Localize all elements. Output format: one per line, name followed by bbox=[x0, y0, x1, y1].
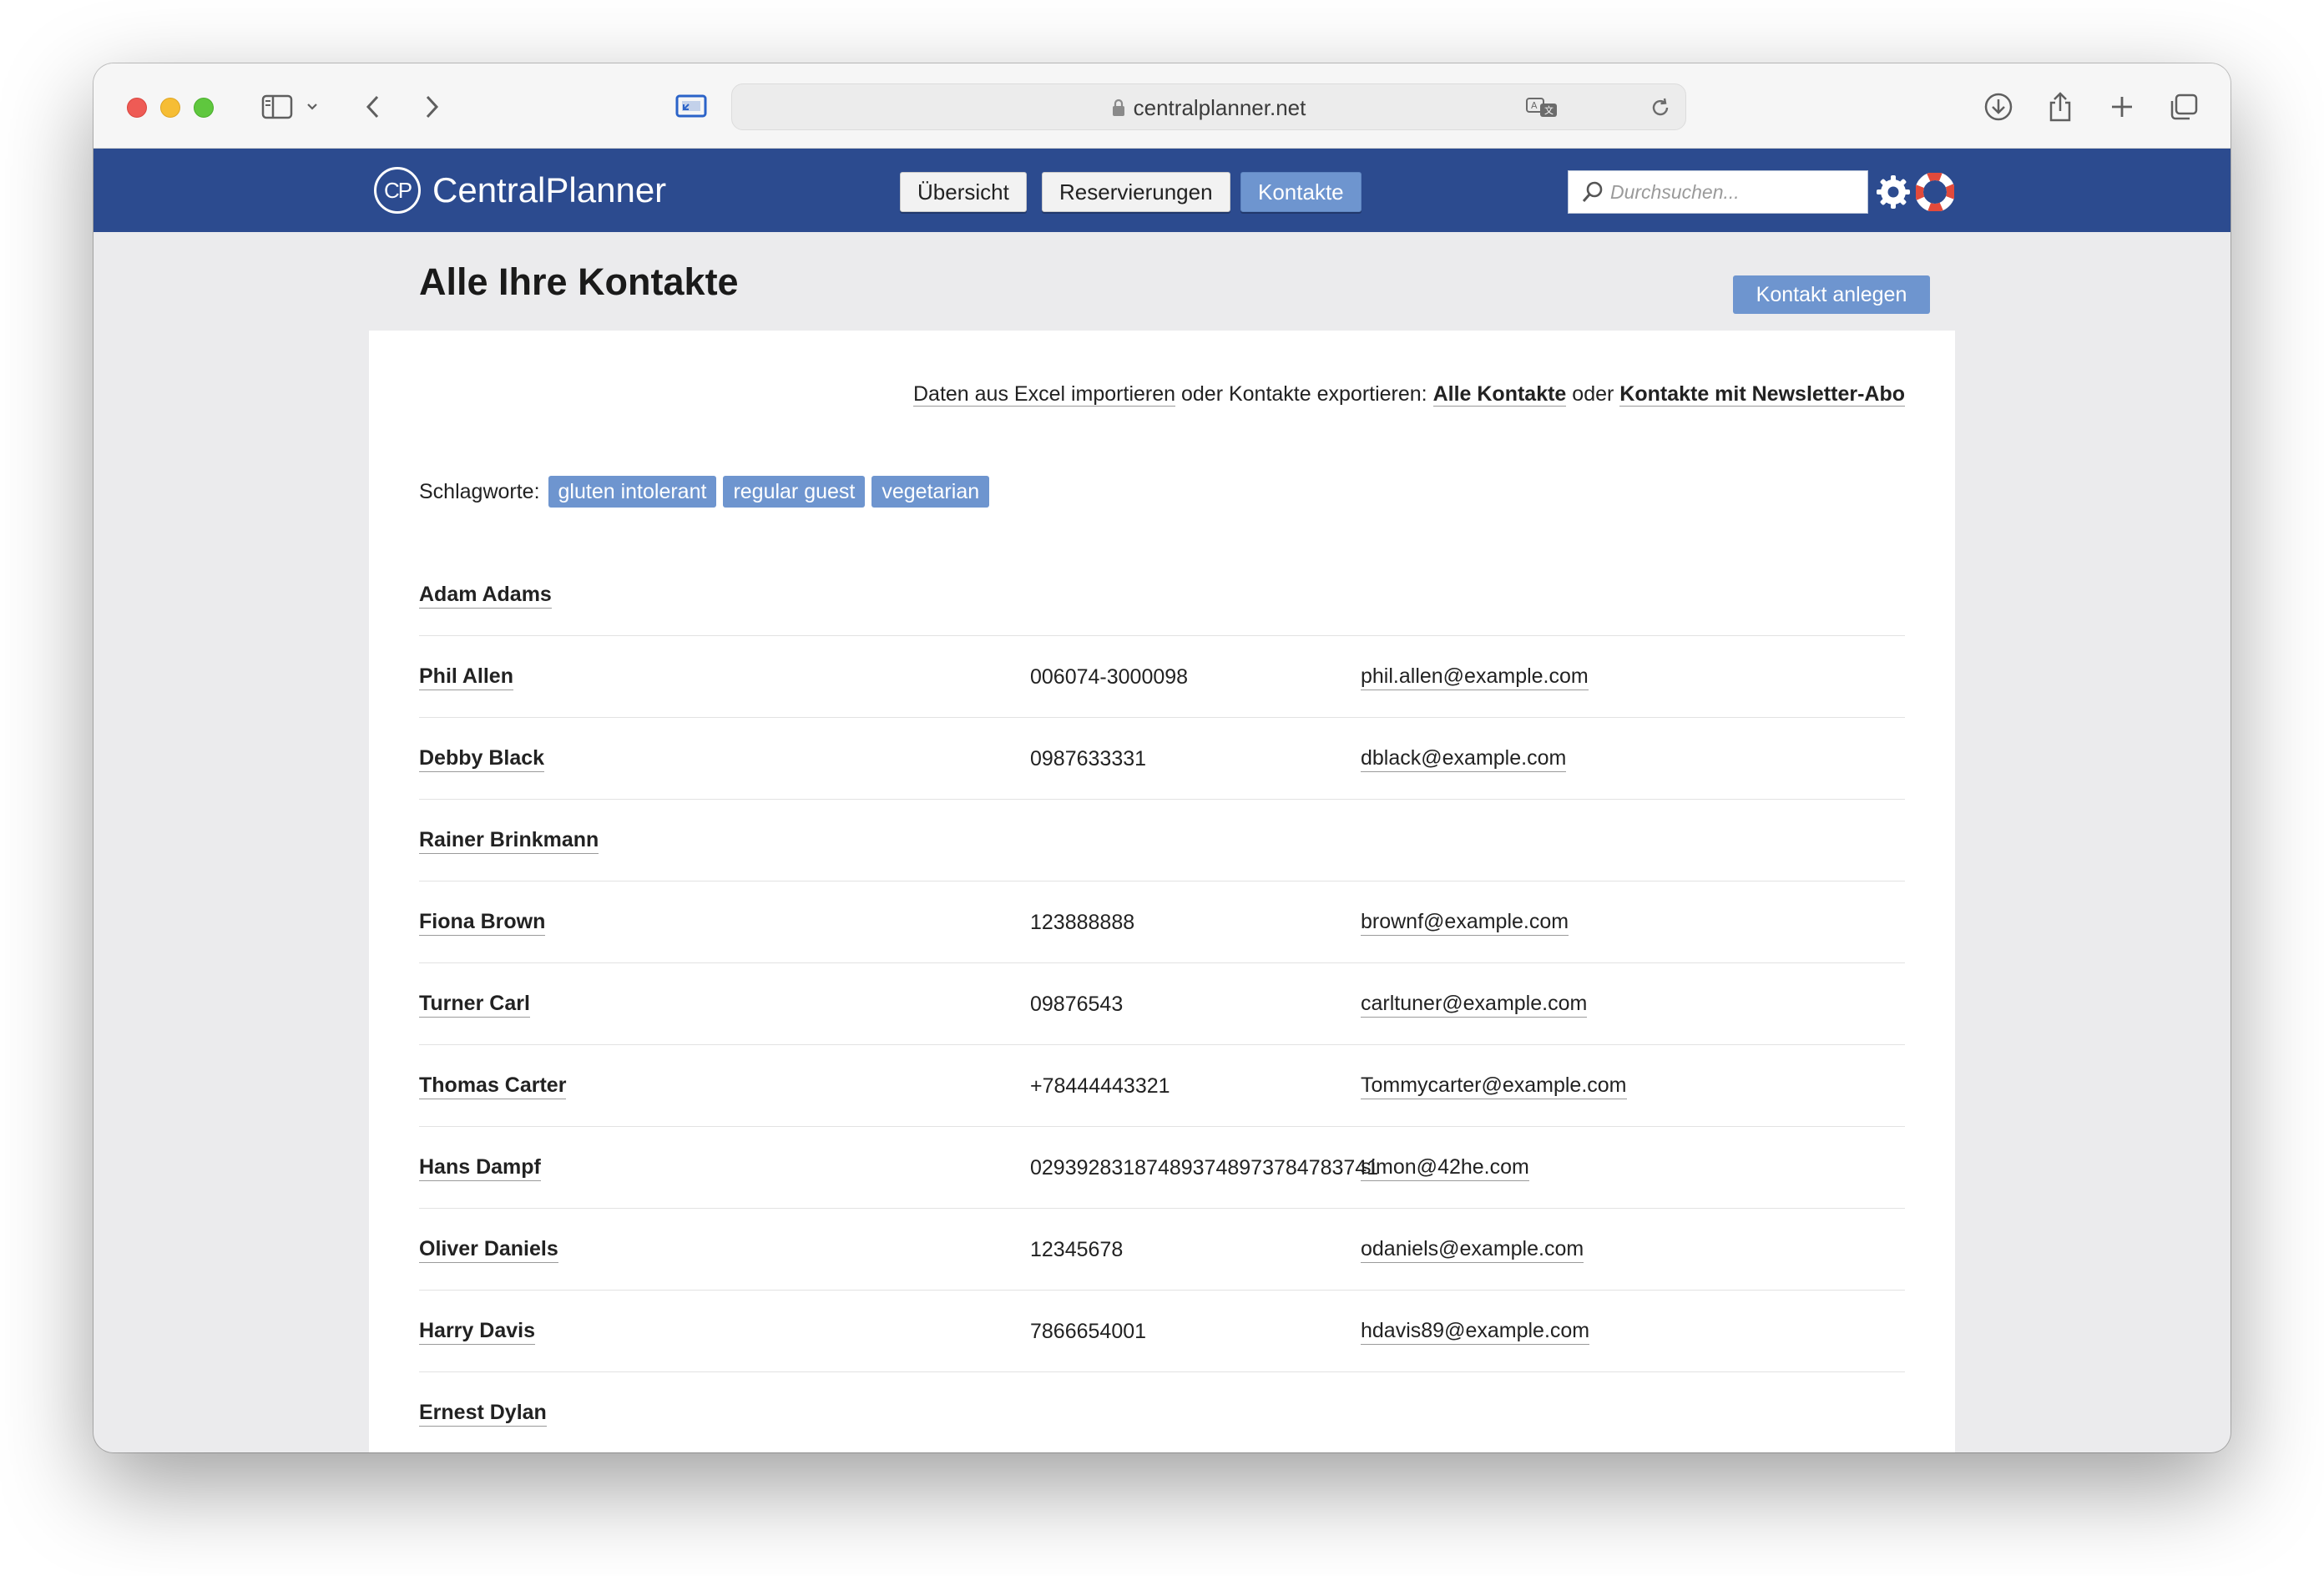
app-header: CP CentralPlanner Übersicht Reservierung… bbox=[93, 149, 2231, 232]
contact-row: Adam Adams bbox=[419, 554, 1905, 636]
contact-phone: 029392831874893748973784783741 bbox=[1030, 1155, 1379, 1179]
contact-row: Rainer Brinkmann bbox=[419, 800, 1905, 881]
svg-text:文: 文 bbox=[1544, 104, 1554, 116]
contact-row: Phil Allen 006074-3000098 phil.allen@exa… bbox=[419, 636, 1905, 718]
browser-toolbar: centralplanner.net A文 bbox=[93, 63, 2231, 149]
contact-name[interactable]: Harry Davis bbox=[419, 1291, 535, 1372]
contact-phone: 12345678 bbox=[1030, 1237, 1124, 1261]
import-export-line: Daten aus Excel importieren oder Kontakt… bbox=[913, 382, 1905, 407]
chevron-down-icon[interactable] bbox=[302, 85, 322, 129]
contact-email[interactable]: Tommycarter@example.com bbox=[1361, 1045, 1627, 1127]
contact-row: Hans Dampf 02939283187489374897378478374… bbox=[419, 1127, 1905, 1209]
contact-row: Debby Black 0987633331 dblack@example.co… bbox=[419, 718, 1905, 800]
lock-icon bbox=[1112, 98, 1125, 117]
new-tab-icon[interactable] bbox=[2104, 85, 2140, 129]
contact-email[interactable]: phil.allen@example.com bbox=[1361, 636, 1589, 718]
tags-row: Schlagworte: gluten intolerant regular g… bbox=[419, 476, 996, 508]
contact-email[interactable]: odaniels@example.com bbox=[1361, 1209, 1584, 1291]
page-title: Alle Ihre Kontakte bbox=[419, 260, 739, 303]
contact-email[interactable]: dblack@example.com bbox=[1361, 718, 1567, 800]
close-window-button[interactable] bbox=[127, 98, 147, 118]
url-text: centralplanner.net bbox=[1133, 94, 1306, 120]
contact-row: Harry Davis 7866654001 hdavis89@example.… bbox=[419, 1291, 1905, 1372]
contact-row: Fiona Brown 123888888 brownf@example.com bbox=[419, 881, 1905, 963]
import-excel-link[interactable]: Daten aus Excel importieren bbox=[913, 382, 1176, 407]
maximize-window-button[interactable] bbox=[194, 98, 214, 118]
contact-name[interactable]: Hans Dampf bbox=[419, 1127, 541, 1209]
app-logo[interactable]: CP CentralPlanner bbox=[374, 167, 666, 214]
address-bar[interactable]: centralplanner.net A文 bbox=[731, 83, 1686, 130]
contact-name[interactable]: Thomas Carter bbox=[419, 1045, 567, 1127]
export-all-link[interactable]: Alle Kontakte bbox=[1432, 382, 1567, 407]
search-input[interactable]: Durchsuchen... bbox=[1568, 170, 1868, 214]
contact-email[interactable]: brownf@example.com bbox=[1361, 881, 1569, 963]
tag-gluten-intolerant[interactable]: gluten intolerant bbox=[548, 476, 717, 508]
export-text: oder Kontakte exportieren: bbox=[1175, 382, 1433, 406]
share-icon[interactable] bbox=[2042, 85, 2079, 129]
contact-phone: 7866654001 bbox=[1030, 1319, 1147, 1343]
export-or-text: oder bbox=[1566, 382, 1620, 406]
logo-mark: CP bbox=[374, 167, 421, 214]
contact-row: Oliver Daniels 12345678 odaniels@example… bbox=[419, 1209, 1905, 1291]
translate-icon[interactable]: A文 bbox=[1525, 94, 1559, 121]
contact-name[interactable]: Turner Carl bbox=[419, 963, 530, 1045]
tag-vegetarian[interactable]: vegetarian bbox=[872, 476, 990, 508]
download-icon[interactable] bbox=[1980, 85, 2017, 129]
sidebar-icon[interactable] bbox=[257, 85, 297, 129]
nav-overview[interactable]: Übersicht bbox=[900, 172, 1027, 212]
contact-name[interactable]: Ernest Dylan bbox=[419, 1372, 547, 1452]
tabs-overview-icon[interactable] bbox=[2165, 85, 2202, 129]
reload-icon[interactable] bbox=[1649, 94, 1672, 121]
search-placeholder: Durchsuchen... bbox=[1610, 180, 1740, 203]
help-lifebuoy-icon[interactable] bbox=[1915, 172, 1955, 212]
contact-name[interactable]: Rainer Brinkmann bbox=[419, 800, 599, 881]
contact-row: Ernest Dylan bbox=[419, 1372, 1905, 1452]
contacts-card: Daten aus Excel importieren oder Kontakt… bbox=[369, 331, 1955, 1452]
tags-label: Schlagworte: bbox=[419, 479, 540, 503]
contact-email[interactable]: hdavis89@example.com bbox=[1361, 1291, 1590, 1372]
contact-list: Adam Adams Phil Allen 006074-3000098 phi… bbox=[419, 554, 1905, 1452]
contact-email[interactable]: simon@42he.com bbox=[1361, 1127, 1529, 1209]
gear-icon[interactable] bbox=[1873, 172, 1913, 212]
contact-row: Turner Carl 09876543 carltuner@example.c… bbox=[419, 963, 1905, 1045]
contact-name[interactable]: Debby Black bbox=[419, 718, 545, 800]
browser-window: centralplanner.net A文 CP CentralPlanner bbox=[93, 63, 2231, 1452]
contact-phone: 09876543 bbox=[1030, 992, 1124, 1016]
contact-phone: +78444443321 bbox=[1030, 1073, 1170, 1098]
contact-name[interactable]: Phil Allen bbox=[419, 636, 513, 718]
nav-reservations[interactable]: Reservierungen bbox=[1042, 172, 1230, 212]
contact-phone: 006074-3000098 bbox=[1030, 664, 1189, 689]
minimize-window-button[interactable] bbox=[160, 98, 180, 118]
forward-icon[interactable] bbox=[417, 85, 447, 129]
contact-name[interactable]: Fiona Brown bbox=[419, 881, 546, 963]
contact-row: Thomas Carter +78444443321 Tommycarter@e… bbox=[419, 1045, 1905, 1127]
contact-phone: 0987633331 bbox=[1030, 746, 1147, 770]
contact-phone: 123888888 bbox=[1030, 910, 1135, 934]
export-newsletter-link[interactable]: Kontakte mit Newsletter-Abo bbox=[1619, 382, 1905, 407]
create-contact-button[interactable]: Kontakt anlegen bbox=[1733, 275, 1930, 314]
back-icon[interactable] bbox=[357, 85, 387, 129]
contact-name[interactable]: Oliver Daniels bbox=[419, 1209, 558, 1291]
contact-email[interactable]: carltuner@example.com bbox=[1361, 963, 1588, 1045]
svg-text:A: A bbox=[1531, 100, 1538, 111]
tag-regular-guest[interactable]: regular guest bbox=[723, 476, 866, 508]
search-icon bbox=[1580, 179, 1605, 205]
screen-share-icon[interactable] bbox=[673, 85, 710, 129]
brand-name: CentralPlanner bbox=[432, 170, 667, 210]
nav-contacts[interactable]: Kontakte bbox=[1240, 172, 1362, 212]
contact-name[interactable]: Adam Adams bbox=[419, 554, 552, 636]
